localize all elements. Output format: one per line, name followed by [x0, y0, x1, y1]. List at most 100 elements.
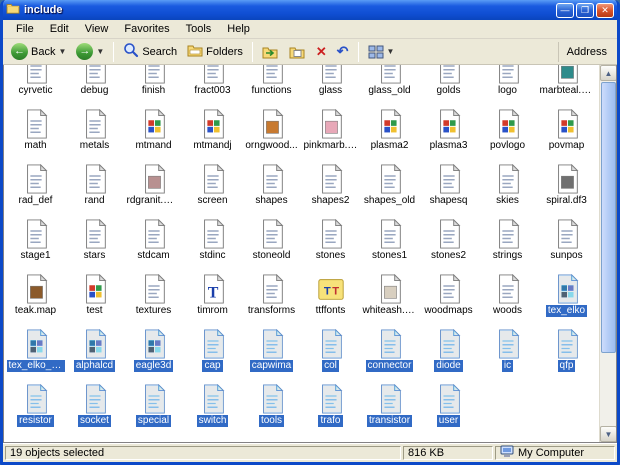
maximize-button[interactable]: ❐ — [576, 2, 594, 18]
title-bar[interactable]: include — ❐ ✕ — [3, 0, 617, 20]
file-item-stdcam[interactable]: stdcam — [124, 216, 183, 271]
file-item-switch[interactable]: switch — [183, 381, 242, 436]
file-item-textures[interactable]: textures — [124, 271, 183, 326]
file-item-pinkmarb-map[interactable]: pinkmarb.map — [301, 106, 360, 161]
file-item-povlogo[interactable]: povlogo — [478, 106, 537, 161]
menu-item-file[interactable]: File — [9, 21, 41, 37]
minimize-button[interactable]: — — [556, 2, 574, 18]
file-item-plasma3[interactable]: plasma3 — [419, 106, 478, 161]
file-item-transforms[interactable]: transforms — [242, 271, 301, 326]
file-item-stones[interactable]: stones — [301, 216, 360, 271]
file-item-ic[interactable]: ic — [478, 326, 537, 381]
file-item-stdinc[interactable]: stdinc — [183, 216, 242, 271]
file-item-functions[interactable]: functions — [242, 65, 301, 106]
file-item-rand[interactable]: rand — [65, 161, 124, 216]
close-button[interactable]: ✕ — [596, 2, 614, 18]
views-dropdown-icon[interactable]: ▼ — [387, 47, 395, 56]
delete-button[interactable]: ✕ — [312, 42, 331, 62]
file-item-debug[interactable]: debug — [65, 65, 124, 106]
file-item-woodmaps[interactable]: woodmaps — [419, 271, 478, 326]
file-item-shapes-old[interactable]: shapes_old — [360, 161, 419, 216]
menu-item-tools[interactable]: Tools — [179, 21, 219, 37]
window-title: include — [24, 4, 63, 16]
file-item-screen[interactable]: screen — [183, 161, 242, 216]
file-label: switch — [196, 415, 229, 427]
file-item-logo[interactable]: logo — [478, 65, 537, 106]
menu-item-edit[interactable]: Edit — [43, 21, 76, 37]
file-item-fract003[interactable]: fract003 — [183, 65, 242, 106]
file-item-connector[interactable]: connector — [360, 326, 419, 381]
file-item-test[interactable]: test — [65, 271, 124, 326]
file-item-ttffonts[interactable]: T Tttffonts — [301, 271, 360, 326]
file-item-spiral-df3[interactable]: spiral.df3 — [537, 161, 596, 216]
scroll-down-button[interactable]: ▼ — [600, 426, 616, 442]
file-item-povmap[interactable]: povmap — [537, 106, 596, 161]
forward-dropdown-icon[interactable]: ▼ — [96, 47, 104, 56]
address-label[interactable]: Address — [557, 41, 613, 62]
file-item-finish[interactable]: finish — [124, 65, 183, 106]
file-item-woods[interactable]: woods — [478, 271, 537, 326]
file-item-stars[interactable]: stars — [65, 216, 124, 271]
file-item-qfp[interactable]: qfp — [537, 326, 596, 381]
file-item-orngwood-[interactable]: orngwood... — [242, 106, 301, 161]
file-item-stones1[interactable]: stones1 — [360, 216, 419, 271]
file-item-math[interactable]: math — [6, 106, 65, 161]
file-item-diode[interactable]: diode — [419, 326, 478, 381]
file-item-marbteal-map[interactable]: marbteal.map — [537, 65, 596, 106]
file-item-tex-elko[interactable]: tex_elko — [537, 271, 596, 326]
file-item-col[interactable]: col — [301, 326, 360, 381]
file-item-socket[interactable]: socket — [65, 381, 124, 436]
back-button[interactable]: ← Back ▼ — [7, 41, 70, 62]
file-item-skies[interactable]: skies — [478, 161, 537, 216]
file-item-stoneold[interactable]: stoneold — [242, 216, 301, 271]
folders-button[interactable]: Folders — [183, 41, 247, 62]
file-item-stones2[interactable]: stones2 — [419, 216, 478, 271]
file-item-alphalcd[interactable]: alphalcd — [65, 326, 124, 381]
undo-button[interactable]: ↶ — [333, 41, 353, 62]
file-item-trafo[interactable]: trafo — [301, 381, 360, 436]
file-item-capwima[interactable]: capwima — [242, 326, 301, 381]
menu-item-favorites[interactable]: Favorites — [117, 21, 176, 37]
file-item-timrom[interactable]: Ttimrom — [183, 271, 242, 326]
file-item-mtmandj[interactable]: mtmandj — [183, 106, 242, 161]
search-button[interactable]: Search — [119, 40, 181, 63]
file-item-glass[interactable]: glass — [301, 65, 360, 106]
file-item-tools[interactable]: tools — [242, 381, 301, 436]
file-item-golds[interactable]: golds — [419, 65, 478, 106]
file-item-special[interactable]: special — [124, 381, 183, 436]
file-icon — [80, 328, 110, 359]
copy-to-button[interactable] — [285, 43, 310, 61]
file-label: shapes — [255, 195, 288, 206]
file-item-cap[interactable]: cap — [183, 326, 242, 381]
file-item-cyrvetic[interactable]: cyrvetic — [6, 65, 65, 106]
file-item-glass-old[interactable]: glass_old — [360, 65, 419, 106]
file-item-whiteash-map[interactable]: whiteash.map — [360, 271, 419, 326]
scroll-up-button[interactable]: ▲ — [600, 65, 616, 81]
file-item-tex-elko-axial[interactable]: tex_elko_axial — [6, 326, 65, 381]
file-icon — [552, 273, 582, 304]
file-item-shapesq[interactable]: shapesq — [419, 161, 478, 216]
file-item-mtmand[interactable]: mtmand — [124, 106, 183, 161]
file-item-rad-def[interactable]: rad_def — [6, 161, 65, 216]
file-item-rdgranit-map[interactable]: rdgranit.map — [124, 161, 183, 216]
file-item-strings[interactable]: strings — [478, 216, 537, 271]
file-item-teak-map[interactable]: teak.map — [6, 271, 65, 326]
file-item-sunpos[interactable]: sunpos — [537, 216, 596, 271]
file-item-shapes[interactable]: shapes — [242, 161, 301, 216]
file-item-stage1[interactable]: stage1 — [6, 216, 65, 271]
back-dropdown-icon[interactable]: ▼ — [58, 47, 66, 56]
file-item-transistor[interactable]: transistor — [360, 381, 419, 436]
forward-button[interactable]: → ▼ — [72, 41, 108, 62]
file-item-plasma2[interactable]: plasma2 — [360, 106, 419, 161]
file-item-resistor[interactable]: resistor — [6, 381, 65, 436]
move-to-button[interactable] — [258, 43, 283, 61]
menu-item-view[interactable]: View — [78, 21, 116, 37]
file-item-metals[interactable]: metals — [65, 106, 124, 161]
views-button[interactable]: ▼ — [364, 43, 399, 61]
vertical-scrollbar[interactable]: ▲ ▼ — [599, 65, 616, 442]
file-item-user[interactable]: user — [419, 381, 478, 436]
file-item-shapes2[interactable]: shapes2 — [301, 161, 360, 216]
menu-item-help[interactable]: Help — [220, 21, 257, 37]
scroll-thumb[interactable] — [601, 82, 616, 354]
file-item-eagle3d[interactable]: eagle3d — [124, 326, 183, 381]
